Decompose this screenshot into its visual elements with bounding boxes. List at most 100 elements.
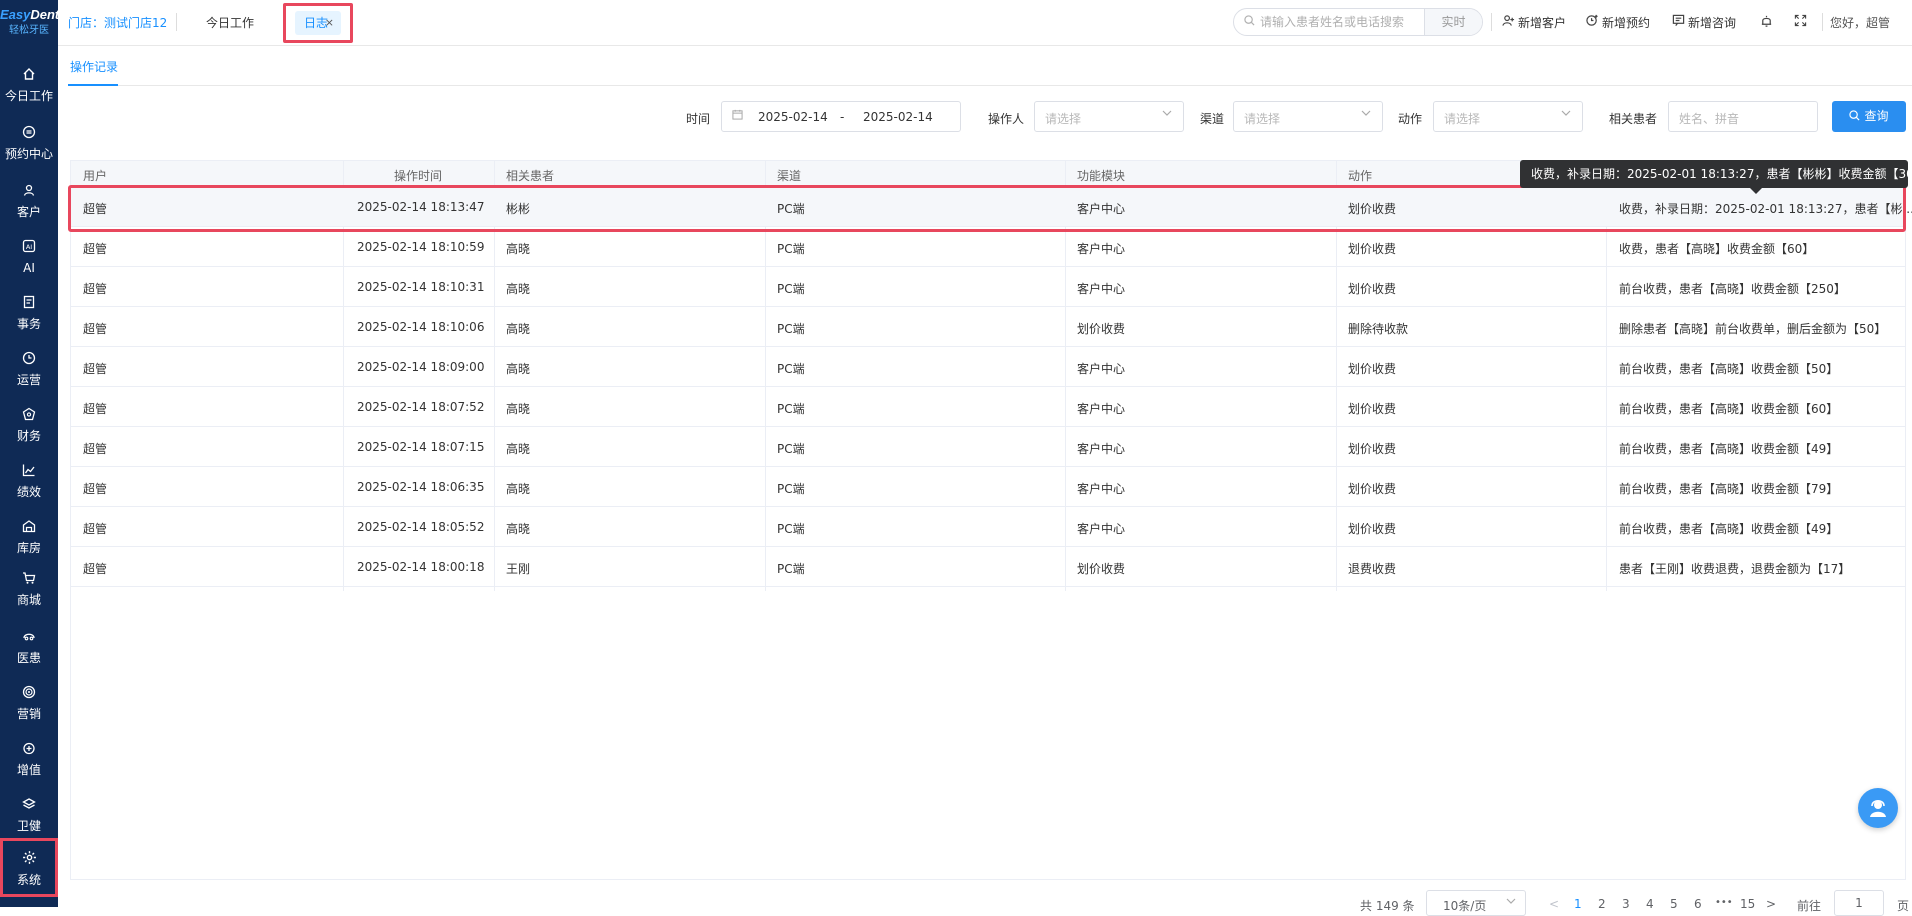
sidebar-item-operation[interactable]: 运营 bbox=[0, 350, 58, 402]
table-row[interactable]: 超管 2025-02-14 18:10:59 高晓 PC端 客户中心 划价收费 收费，患者【… bbox=[71, 227, 1905, 267]
table-cell: 退费收费 bbox=[1348, 562, 1397, 576]
sidebar-item-value-added[interactable]: 增值 bbox=[0, 740, 58, 792]
table-cell: 划价收费 bbox=[1348, 242, 1397, 256]
table-cell: 客户中心 bbox=[1077, 242, 1126, 256]
sidebar-item-performance[interactable]: 绩效 bbox=[0, 462, 58, 514]
table-row[interactable]: 超管 2025-02-14 18:00:18 王刚 PC端 划价收费 退费收费 患者【王刚】… bbox=[71, 547, 1905, 587]
chevron-down-icon bbox=[1505, 895, 1517, 910]
page-2[interactable]: 2 bbox=[1598, 897, 1606, 911]
sidebar-item-appointment[interactable]: 预约中心 bbox=[0, 124, 58, 176]
new-consult-button[interactable]: 新增咨询 bbox=[1672, 14, 1736, 31]
tab-today-work[interactable]: 今日工作 bbox=[206, 14, 254, 31]
table-cell: 客户中心 bbox=[1077, 402, 1126, 416]
page-1[interactable]: 1 bbox=[1574, 897, 1582, 911]
search-input[interactable] bbox=[1260, 13, 1410, 31]
table-cell: 王刚 bbox=[506, 562, 531, 576]
table-cell: 患者【王刚】收费退费，退费金额为【17】 bbox=[1619, 562, 1851, 576]
page-5[interactable]: 5 bbox=[1670, 897, 1678, 911]
table-cell: 高晓 bbox=[506, 482, 531, 496]
sidebar-item-label: 运营 bbox=[16, 373, 41, 387]
sidebar-item-label: AI bbox=[23, 261, 35, 275]
support-agent-icon bbox=[1870, 799, 1886, 817]
customer-service-button[interactable] bbox=[1858, 788, 1898, 828]
table-cell: 2025-02-14 18:07:52 bbox=[357, 400, 485, 414]
pagination-ellipsis[interactable]: ••• bbox=[1715, 897, 1733, 908]
next-page-button[interactable]: > bbox=[1766, 897, 1776, 911]
search-icon bbox=[1849, 109, 1864, 123]
sidebar-item-today[interactable]: 今日工作 bbox=[0, 66, 58, 118]
sidebar-item-mall[interactable]: 商城 bbox=[0, 570, 58, 622]
sidebar-item-affairs[interactable]: 事务 bbox=[0, 294, 58, 346]
column-header: 用户 bbox=[83, 169, 108, 183]
sidebar-item-doctor-patient[interactable]: 医患 bbox=[0, 628, 58, 680]
page-4[interactable]: 4 bbox=[1646, 897, 1654, 911]
close-icon[interactable]: × bbox=[325, 11, 334, 35]
table-cell: 2025-02-14 18:09:00 bbox=[357, 360, 485, 374]
sidebar-item-warehouse[interactable]: 库房 bbox=[0, 518, 58, 570]
goto-page-input[interactable]: 1 bbox=[1834, 890, 1884, 916]
user-greeting[interactable]: 您好，超管 bbox=[1830, 14, 1890, 31]
patient-filter-input[interactable]: 姓名、拼音 bbox=[1668, 101, 1818, 132]
table-cell: 删除待收款 bbox=[1348, 322, 1409, 336]
sidebar-item-finance[interactable]: 财务 bbox=[0, 406, 58, 458]
table-cell: 划价收费 bbox=[1348, 522, 1397, 536]
sidebar: EasyDent 轻松牙医 今日工作 预约中心 客户 AI AI 事务 运营 财… bbox=[0, 0, 59, 907]
svg-text:AI: AI bbox=[26, 243, 32, 251]
page-last[interactable]: 15 bbox=[1740, 897, 1755, 911]
sidebar-item-label: 医患 bbox=[16, 651, 41, 665]
date-from[interactable]: 2025-02-14 bbox=[758, 110, 828, 124]
date-range-picker[interactable]: 2025-02-14 - 2025-02-14 bbox=[721, 101, 961, 132]
tab-operation-records[interactable]: 操作记录 bbox=[70, 58, 118, 75]
sidebar-item-ai[interactable]: AI AI bbox=[0, 238, 58, 290]
user-icon bbox=[0, 182, 58, 204]
search-mode-button[interactable]: 实时 bbox=[1424, 9, 1482, 35]
table-cell: 超管 bbox=[83, 322, 108, 336]
channel-select[interactable]: 请选择 bbox=[1233, 101, 1383, 132]
table-row[interactable]: 超管 2025-02-14 18:05:52 高晓 PC端 客户中心 划价收费 前台收费，患… bbox=[71, 507, 1905, 547]
date-to[interactable]: 2025-02-14 bbox=[863, 110, 933, 124]
page-size-select[interactable]: 10条/页 bbox=[1426, 890, 1526, 916]
table-row[interactable]: 超管 2025-02-14 18:06:35 高晓 PC端 客户中心 划价收费 前台收费，患… bbox=[71, 467, 1905, 507]
new-consult-label: 新增咨询 bbox=[1688, 16, 1737, 30]
table-cell: 划价收费 bbox=[1077, 322, 1126, 336]
goto-label: 前往 bbox=[1797, 899, 1822, 913]
page-suffix: 页 bbox=[1897, 899, 1910, 913]
sidebar-item-customer[interactable]: 客户 bbox=[0, 182, 58, 234]
table-row[interactable]: 超管 2025-02-14 18:10:31 高晓 PC端 客户中心 划价收费 前台收费，患… bbox=[71, 267, 1905, 307]
table-cell: 超管 bbox=[83, 402, 108, 416]
table-cell: 2025-02-14 18:05:52 bbox=[357, 520, 485, 534]
table-cell: 超管 bbox=[83, 242, 108, 256]
prev-page-button[interactable]: < bbox=[1549, 897, 1559, 911]
chevron-down-icon bbox=[1161, 107, 1173, 122]
fullscreen-icon[interactable] bbox=[1794, 14, 1807, 30]
action-select[interactable]: 请选择 bbox=[1433, 101, 1583, 132]
page-3[interactable]: 3 bbox=[1622, 897, 1630, 911]
selected-row-highlight bbox=[68, 185, 1906, 232]
operator-select[interactable]: 请选择 bbox=[1034, 101, 1184, 132]
table-cell: 客户中心 bbox=[1077, 282, 1126, 296]
table-cell: 删除患者【高晓】前台收费单，删后金额为【50】 bbox=[1619, 322, 1887, 336]
query-button[interactable]: 查询 bbox=[1832, 101, 1906, 132]
sidebar-item-label: 预约中心 bbox=[4, 147, 53, 161]
table-row[interactable]: 超管 2025-02-14 18:07:15 高晓 PC端 客户中心 划价收费 前台收费，患… bbox=[71, 427, 1905, 467]
table-row[interactable]: 超管 2025-02-14 18:07:52 高晓 PC端 客户中心 划价收费 前台收费，患… bbox=[71, 387, 1905, 427]
chevron-down-icon bbox=[1560, 107, 1572, 122]
time-filter-label: 时间 bbox=[686, 112, 711, 126]
new-customer-label: 新增客户 bbox=[1518, 16, 1567, 30]
bell-icon[interactable] bbox=[1760, 14, 1773, 31]
action-select-placeholder: 请选择 bbox=[1444, 112, 1481, 126]
sidebar-item-system[interactable]: 系统 bbox=[0, 838, 58, 897]
table-cell: 前台收费，患者【高晓】收费金额【79】 bbox=[1619, 482, 1839, 496]
table-row[interactable]: 超管 2025-02-14 18:10:06 高晓 PC端 划价收费 删除待收款 删除患者【… bbox=[71, 307, 1905, 347]
page-6[interactable]: 6 bbox=[1694, 897, 1702, 911]
table-cell: 高晓 bbox=[506, 522, 531, 536]
store-name[interactable]: 门店：测试门店12 bbox=[68, 14, 167, 31]
new-appointment-button[interactable]: 新增预约 bbox=[1586, 14, 1650, 31]
table-row[interactable]: 超管 2025-02-14 18:09:00 高晓 PC端 客户中心 划价收费 前台收费，患… bbox=[71, 347, 1905, 387]
sidebar-item-marketing[interactable]: 营销 bbox=[0, 684, 58, 736]
page-size-value: 10条/页 bbox=[1443, 899, 1487, 913]
new-customer-button[interactable]: 新增客户 bbox=[1502, 14, 1566, 31]
message-icon bbox=[1672, 14, 1685, 31]
table-cell: PC端 bbox=[777, 242, 805, 256]
tab-log[interactable]: 日志 × bbox=[295, 11, 341, 35]
